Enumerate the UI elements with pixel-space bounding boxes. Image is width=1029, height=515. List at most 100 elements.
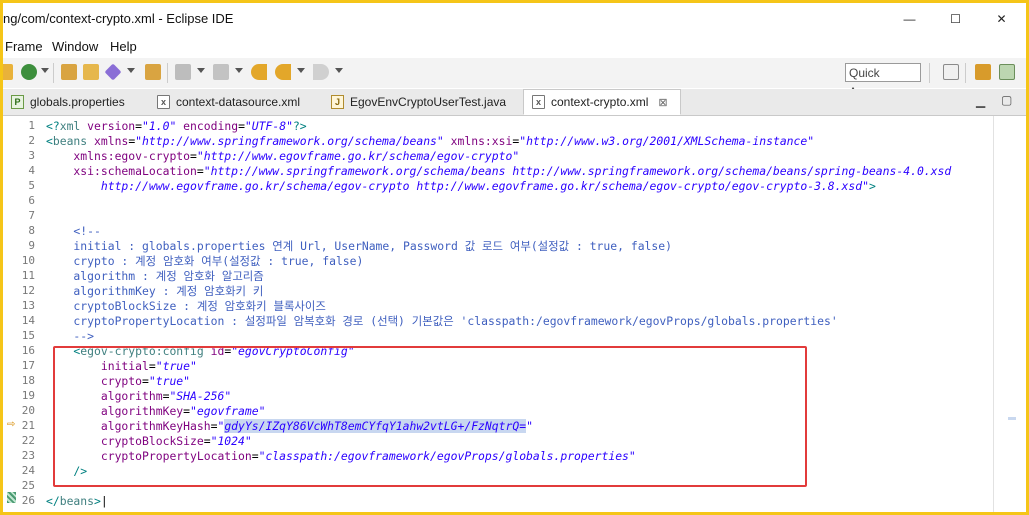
code-token: "http://www.springframework.org/schema/b… (135, 134, 444, 148)
code-token: xmlns:egov-crypto (46, 149, 191, 163)
code-token: --> (46, 329, 95, 343)
code-token: = (238, 119, 245, 133)
line-number: 19 (21, 389, 35, 402)
code-token: "http://www.w3.org/2001/XMLSchema-instan… (519, 134, 815, 148)
back-icon[interactable] (251, 64, 267, 80)
code-line: cryptoBlockSize : 계정 암호화키 블록사이즈 (46, 299, 325, 314)
tab-context-datasource[interactable]: x context-datasource.xml (157, 89, 300, 115)
code-token: <? (46, 119, 60, 133)
code-token: "http://www.egovframe.go.kr/schema/egov-… (196, 149, 520, 163)
code-line: </beans>| (46, 494, 108, 509)
forward-icon[interactable] (313, 64, 329, 80)
code-line: cryptoPropertyLocation : 설정파일 암복호화 경로 (선… (46, 314, 838, 329)
maximize-button[interactable]: ☐ (933, 3, 978, 34)
overview-mark (1008, 417, 1016, 420)
minimize-button[interactable]: — (887, 3, 932, 34)
code-token: xmlns (94, 134, 129, 148)
code-line: xmlns:egov-crypto="http://www.egovframe.… (46, 149, 519, 164)
quick-access-input[interactable]: Quick Access (845, 63, 921, 99)
code-line: <beans xmlns="http://www.springframework… (46, 134, 814, 149)
properties-file-icon: P (11, 95, 24, 109)
open-type-icon[interactable] (83, 64, 99, 80)
editor-minimize-icon[interactable]: ▁ (976, 94, 985, 108)
vertical-scrollbar[interactable] (993, 116, 1026, 512)
code-token: http://www.egovframe.go.kr/schema/egov-c… (46, 179, 869, 193)
open-perspective-icon[interactable] (943, 64, 959, 80)
menu-frame[interactable]: Frame (5, 39, 43, 54)
tab-label: globals.properties (30, 95, 125, 109)
code-token: algorithm : 계정 암호화 알고리즘 (46, 269, 264, 283)
perspective-java-icon[interactable] (975, 64, 991, 80)
perspective-egov-icon[interactable] (999, 64, 1015, 80)
line-number: 21 (21, 419, 35, 432)
tab-egov-env-crypto-user-test[interactable]: J EgovEnvCryptoUserTest.java (331, 89, 506, 115)
line-number: 25 (21, 479, 35, 492)
code-line: <?xml version="1.0" encoding="UTF-8"?> (46, 119, 307, 134)
code-editor[interactable]: ⇨ 1 2 3 4 5 6 7 8 9 10 11 12 13 14 15 16 17 18 19 20 21 22 23 2… (3, 116, 1026, 512)
code-token: xsi:schemaLocation (46, 164, 197, 178)
code-token: crypto : 계정 암호화 여부(설정값 : true, false) (46, 254, 364, 268)
code-token: "http://www.springframework.org/schema/b… (203, 164, 952, 178)
line-number: 11 (21, 269, 35, 282)
tab-context-crypto[interactable]: x context-crypto.xml ⊠ (523, 89, 681, 115)
code-line: <!-- (46, 224, 101, 239)
eclipse-window: ng/com/context-crypto.xml - Eclipse IDE … (3, 3, 1026, 512)
tab-label: EgovEnvCryptoUserTest.java (350, 95, 507, 109)
code-token: > (94, 494, 101, 508)
code-line: --> (46, 329, 94, 344)
line-number: 4 (28, 164, 35, 177)
code-line: xsi:schemaLocation="http://www.springfra… (46, 164, 951, 179)
line-number: 7 (28, 209, 35, 222)
code-token: = (135, 119, 143, 133)
prev-edit-dropdown-icon[interactable] (235, 68, 243, 73)
back-history-icon[interactable] (275, 64, 291, 80)
nav-dropdown-icon[interactable] (197, 68, 205, 73)
code-line: initial : globals.properties 연계 Url, Use… (46, 239, 672, 254)
java-file-icon: J (331, 95, 344, 109)
title-bar: ng/com/context-crypto.xml - Eclipse IDE … (3, 3, 1026, 34)
back-dropdown-icon[interactable] (297, 68, 305, 73)
close-icon: ✕ (996, 11, 1007, 26)
highlight-box (53, 346, 807, 487)
tools-icon[interactable] (104, 63, 122, 81)
search-icon[interactable] (145, 64, 161, 80)
nav-icon[interactable] (175, 64, 191, 80)
code-token: xml (59, 119, 88, 133)
tab-globals-properties[interactable]: P globals.properties (11, 89, 125, 115)
run-dropdown-icon[interactable] (41, 68, 49, 73)
code-line: crypto : 계정 암호화 여부(설정값 : true, false) (46, 254, 363, 269)
toolbar-separator (929, 63, 930, 83)
line-number: 17 (21, 359, 35, 372)
code-token: "UTF-8" (244, 119, 293, 133)
code-token: beans (59, 494, 95, 508)
toolbar-separator (965, 63, 966, 83)
minimize-icon: — (903, 11, 916, 26)
code-token: ?> (292, 119, 307, 133)
editor-tab-bar: P globals.properties x context-datasourc… (3, 89, 1026, 116)
tools-dropdown-icon[interactable] (127, 68, 135, 73)
code-token: > (868, 179, 876, 193)
editor-maximize-icon[interactable]: ▢ (1001, 93, 1012, 107)
code-token: algorithmKey : 계정 암호화키 키 (46, 284, 264, 298)
line-number: 14 (21, 314, 35, 327)
code-token: cryptoPropertyLocation : 설정파일 암복호화 경로 (선… (46, 314, 838, 328)
forward-dropdown-icon[interactable] (335, 68, 343, 73)
tab-label: context-datasource.xml (176, 95, 301, 109)
prev-edit-icon[interactable] (213, 64, 229, 80)
line-number: 2 (28, 134, 35, 147)
line-number: 15 (21, 329, 35, 342)
xml-file-icon: x (157, 95, 170, 109)
code-token: <!-- (46, 224, 101, 238)
menu-window[interactable]: Window (52, 39, 98, 54)
close-button[interactable]: ✕ (979, 3, 1024, 34)
code-line: algorithm : 계정 암호화 알고리즘 (46, 269, 264, 284)
new-icon[interactable] (3, 64, 13, 80)
tab-close-icon[interactable]: ⊠ (658, 96, 667, 109)
code-token: </ (46, 494, 60, 508)
run-icon[interactable] (21, 64, 37, 80)
line-number-ruler: ⇨ 1 2 3 4 5 6 7 8 9 10 11 12 13 14 15 16 17 18 19 20 21 22 23 2… (3, 116, 41, 512)
open-folder-icon[interactable] (61, 64, 77, 80)
menu-help[interactable]: Help (110, 39, 137, 54)
line-number: 23 (21, 449, 35, 462)
toolbar-separator (53, 63, 54, 83)
